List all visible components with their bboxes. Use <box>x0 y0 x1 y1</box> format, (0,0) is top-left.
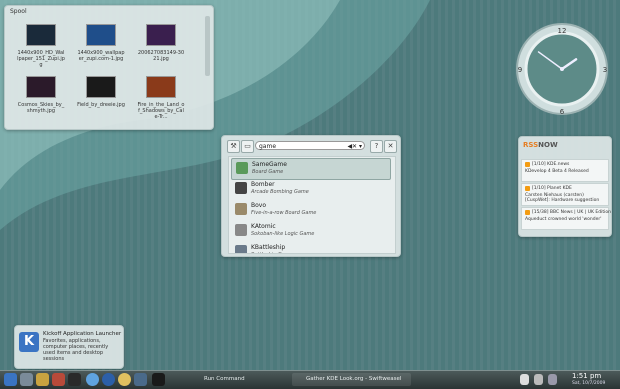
image-thumbnail <box>86 76 116 98</box>
settings-icon[interactable] <box>134 373 147 386</box>
folder-view-title: Spool <box>10 8 27 15</box>
rss-brand: RSSNOW <box>523 141 558 149</box>
result-name: Bovo <box>251 202 267 209</box>
kickoff-launcher-icon[interactable] <box>4 373 17 386</box>
file-name: 1440x900_HD_Wallpaper_151_Zupi.jpg <box>17 50 65 68</box>
file-name: Cosmos_Skies_by_shmyth.jpg <box>17 102 65 114</box>
tools-icon[interactable]: ⚒ <box>227 140 240 153</box>
rss-item[interactable]: [15/38] BBC News | UK | UK Edition Aquedu… <box>521 207 611 230</box>
result-item[interactable]: Bomber Arcade Bombing Game <box>231 179 389 199</box>
media-icon[interactable] <box>118 373 131 386</box>
file-item[interactable]: 1440x900_HD_Wallpaper_151_Zupi.jpg <box>17 24 65 68</box>
clock-numeral-9: 9 <box>518 66 522 74</box>
home-icon[interactable] <box>20 373 33 386</box>
rss-source: [15/38] BBC News | UK | UK Edition <box>532 210 611 215</box>
file-item[interactable]: 200627083149-3021.jpg <box>137 24 185 62</box>
result-description: Sokoban-like Logic Game <box>251 231 315 237</box>
file-item[interactable]: Cosmos_Skies_by_shmyth.jpg <box>17 76 65 114</box>
image-thumbnail <box>146 24 176 46</box>
result-item[interactable]: SameGame Board Game <box>231 158 391 180</box>
game-icon <box>236 162 248 174</box>
folder-view-widget: Spool 1440x900_HD_Wallpaper_151_Zupi.jpg… <box>4 5 214 130</box>
game-icon <box>235 203 247 215</box>
feed-icon <box>525 210 530 215</box>
help-icon[interactable]: ? <box>370 140 383 153</box>
task-run-command[interactable]: Run Command <box>190 373 294 386</box>
kde-logo-icon: K <box>19 332 39 352</box>
clock-numeral-12: 12 <box>558 27 567 35</box>
notifier-icon[interactable] <box>520 374 529 385</box>
krunner-window: ⚒ ▭ game ◀✕ ▾ ? ✕ SameGame Board Game Bomb… <box>221 135 401 257</box>
clock-numeral-3: 3 <box>603 66 607 74</box>
file-item[interactable]: Field_by_dreeie.jpg <box>77 76 125 108</box>
file-item[interactable]: Fire_in_the_Land_of_Shadows_by_Cale-Tr..… <box>137 76 185 120</box>
close-icon[interactable]: ✕ <box>384 140 397 153</box>
clock-numeral-6: 6 <box>560 108 565 116</box>
volume-icon[interactable] <box>548 374 557 385</box>
console-icon[interactable] <box>152 373 165 386</box>
clock-date: Sat, 10/7/2009 <box>572 381 606 386</box>
kopete-icon[interactable] <box>102 373 115 386</box>
feed-icon <box>525 162 530 167</box>
result-description: Battleship Game <box>251 252 293 253</box>
rss-headline: Carsten Niehaus (carsten) [CuspWet]: Har… <box>525 193 600 203</box>
file-name: Field_by_dreeie.jpg <box>77 102 125 108</box>
file-name: 1440x900_wallpaper_zupi.com-1.jpg <box>77 50 125 62</box>
rss-source: [1/10] KDE.news <box>532 162 570 167</box>
result-name: SameGame <box>252 161 287 168</box>
terminal-icon[interactable] <box>68 373 81 386</box>
tooltip-description: Favorites, applications, computer places… <box>43 338 109 362</box>
result-description: Board Game <box>252 169 284 175</box>
result-name: KBattleship <box>251 244 286 251</box>
network-icon[interactable] <box>534 374 543 385</box>
results-list: SameGame Board Game Bomber Arcade Bombing G… <box>228 156 396 254</box>
rss-now-widget: RSSNOW [1/10] KDE.news KDevelop 4 Beta 4 … <box>518 136 612 237</box>
search-clear-icon[interactable]: ◀✕ ▾ <box>347 142 362 151</box>
result-description: Five-in-a-row Board Game <box>251 210 317 216</box>
result-item[interactable]: KAtomic Sokoban-like Logic Game <box>231 221 389 241</box>
taskbar: Run Command Gather KDE Look.org - Swiftw… <box>0 370 620 389</box>
result-item[interactable]: Bovo Five-in-a-row Board Game <box>231 200 389 220</box>
file-name: Fire_in_the_Land_of_Shadows_by_Cale-Tr..… <box>137 102 185 120</box>
kickoff-tooltip: K Kickoff Application Launcher Favorites… <box>14 325 124 369</box>
folder-view-scrollbar[interactable] <box>205 16 210 76</box>
image-thumbnail <box>26 76 56 98</box>
rss-source: [1/10] Planet KDE <box>532 186 572 191</box>
tools-icon[interactable] <box>36 373 49 386</box>
office-icon[interactable] <box>52 373 65 386</box>
game-icon <box>235 182 247 194</box>
browser-icon[interactable] <box>86 373 99 386</box>
task-icon[interactable]: ▭ <box>241 140 254 153</box>
result-description: Arcade Bombing Game <box>251 189 309 195</box>
file-name: 200627083149-3021.jpg <box>137 50 185 62</box>
rss-item[interactable]: [1/10] Planet KDE Carsten Niehaus (carste… <box>521 183 609 206</box>
file-item[interactable]: 1440x900_wallpaper_zupi.com-1.jpg <box>77 24 125 62</box>
result-item[interactable]: KBattleshipBattleship Game <box>231 242 389 253</box>
search-input[interactable]: game ◀✕ ▾ <box>255 141 365 150</box>
rss-item[interactable]: [1/10] KDE.news KDevelop 4 Beta 4 Release… <box>521 159 609 182</box>
task-browser[interactable]: Gather KDE Look.org - Swiftweasel <box>292 373 411 386</box>
clock-time[interactable]: 1:51 pm <box>572 372 601 380</box>
result-name: Bomber <box>251 181 275 188</box>
result-name: KAtomic <box>251 223 276 230</box>
image-thumbnail <box>26 24 56 46</box>
feed-icon <box>525 186 530 191</box>
tooltip-title: Kickoff Application Launcher <box>43 331 122 337</box>
analog-clock: 12 3 6 9 <box>516 23 608 116</box>
image-thumbnail <box>146 76 176 98</box>
rss-headline: Aqueduct crowned world 'wonder' <box>525 217 602 222</box>
game-icon <box>235 224 247 236</box>
image-thumbnail <box>86 24 116 46</box>
rss-headline: KDevelop 4 Beta 4 Released <box>525 169 589 174</box>
game-icon <box>235 245 247 253</box>
